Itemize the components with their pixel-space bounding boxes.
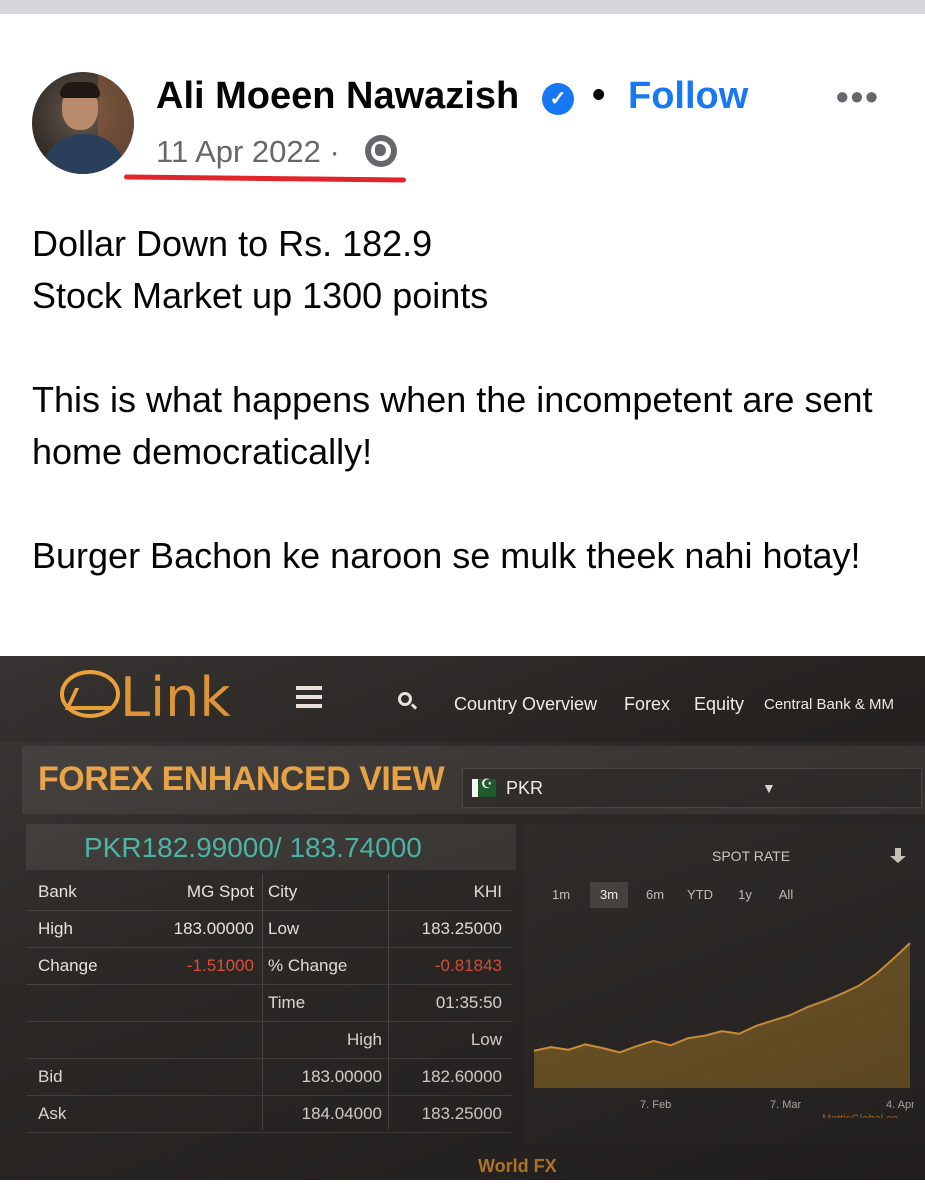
table-row: Bank MG Spot City KHI xyxy=(26,874,512,911)
search-icon xyxy=(398,692,412,706)
post-photo[interactable]: Link Country Overview Forex Equity Centr… xyxy=(0,656,925,1180)
red-underline xyxy=(123,174,407,183)
table-cell: Ask xyxy=(38,1104,67,1123)
pakistan-flag-icon xyxy=(472,776,496,797)
table-cell: MG Spot xyxy=(186,882,254,901)
x-tick-label: 7. Mar xyxy=(770,1099,802,1111)
table-cell: High xyxy=(38,919,73,938)
quote-value: PKR182.99000/ 183.74000 xyxy=(84,832,422,863)
table-row: Bid 183.00000 182.60000 xyxy=(26,1059,512,1096)
chevron-down-icon: ▼ xyxy=(762,780,776,796)
table-divider xyxy=(262,874,263,1130)
top-strip xyxy=(0,0,925,14)
table-row: Change -1.51000 % Change -0.81843 xyxy=(26,948,512,985)
nav-country-overview: Country Overview xyxy=(454,694,598,714)
nav-forex: Forex xyxy=(624,694,671,714)
hamburger-menu-icon xyxy=(296,686,322,708)
table-cell: KHI xyxy=(473,882,502,901)
author-name[interactable]: Ali Moeen Nawazish xyxy=(156,75,519,118)
table-cell: % Change xyxy=(268,956,348,975)
table-cell: City xyxy=(268,882,298,901)
x-tick-label: 7. Feb xyxy=(640,1099,671,1111)
follow-button[interactable]: Follow xyxy=(628,75,748,118)
table-cell: 182.60000 xyxy=(421,1067,502,1086)
forex-title: FOREX ENHANCED VIEW xyxy=(38,760,445,798)
table-cell: High xyxy=(347,1030,382,1049)
watermark-text: MettisGlobal.co xyxy=(822,1113,898,1118)
table-row: Time 01:35:50 xyxy=(26,985,512,1022)
x-tick-label: 4. Apr xyxy=(886,1099,914,1111)
range-button-3m[interactable]: 3m xyxy=(590,882,628,908)
table-cell: 183.25000 xyxy=(421,919,502,938)
nav-equity: Equity xyxy=(694,694,745,714)
post-paragraph: This is what happens when the incompeten… xyxy=(32,379,873,472)
avatar[interactable] xyxy=(32,72,134,174)
currency-label: PKR xyxy=(506,778,544,798)
post-text: Dollar Down to Rs. 182.9 Stock Market up… xyxy=(32,218,902,582)
table-cell: -0.81843 xyxy=(434,956,502,975)
spot-rate-chart: 7. Feb 7. Mar 4. Apr MettisGlobal.co xyxy=(533,942,914,1118)
download-icon xyxy=(890,848,906,866)
table-row: Ask 184.04000 183.25000 xyxy=(26,1096,512,1133)
link-logo-icon xyxy=(60,670,120,718)
table-row: High 183.00000 Low 183.25000 xyxy=(26,911,512,948)
post-paragraph: Burger Bachon ke naroon se mulk theek na… xyxy=(32,535,861,576)
table-cell: Low xyxy=(268,919,300,938)
table-cell: 183.25000 xyxy=(421,1104,502,1123)
table-cell: Time xyxy=(268,993,306,1012)
table-cell: -1.51000 xyxy=(186,956,254,975)
table-cell: 183.00000 xyxy=(173,919,254,938)
table-cell: Low xyxy=(470,1030,502,1049)
table-cell: 01:35:50 xyxy=(435,993,502,1012)
more-options-icon[interactable]: ••• xyxy=(836,76,880,118)
table-divider xyxy=(388,874,389,1130)
globe-icon xyxy=(365,135,397,167)
range-button-1m[interactable]: 1m xyxy=(540,882,582,908)
world-fx-label: World FX xyxy=(478,1156,557,1176)
table-cell: Bank xyxy=(38,882,77,901)
post-paragraph: Dollar Down to Rs. 182.9 Stock Market up… xyxy=(32,223,489,316)
range-button-ytd[interactable]: YTD xyxy=(678,882,722,908)
table-row: High Low xyxy=(26,1022,512,1059)
range-button-all[interactable]: All xyxy=(772,882,800,908)
nav-central-bank: Central Bank & MM xyxy=(764,696,895,713)
range-button-6m[interactable]: 6m xyxy=(638,882,672,908)
spot-rate-label: SPOT RATE xyxy=(712,848,791,864)
logo-text: Link xyxy=(120,666,231,729)
post-date[interactable]: 11 Apr 2022 · xyxy=(156,134,340,170)
verified-badge-icon: ✓ xyxy=(542,83,574,115)
table-cell: Change xyxy=(38,956,98,975)
range-button-1y[interactable]: 1y xyxy=(730,882,760,908)
chart-area xyxy=(534,943,910,1088)
separator-dot: • xyxy=(592,74,606,116)
table-cell: Bid xyxy=(38,1067,63,1086)
table-cell: 183.00000 xyxy=(301,1067,382,1086)
table-cell: 184.04000 xyxy=(301,1104,382,1123)
rates-table: Bank MG Spot City KHI High 183.00000 Low 183.25… xyxy=(26,874,512,1133)
